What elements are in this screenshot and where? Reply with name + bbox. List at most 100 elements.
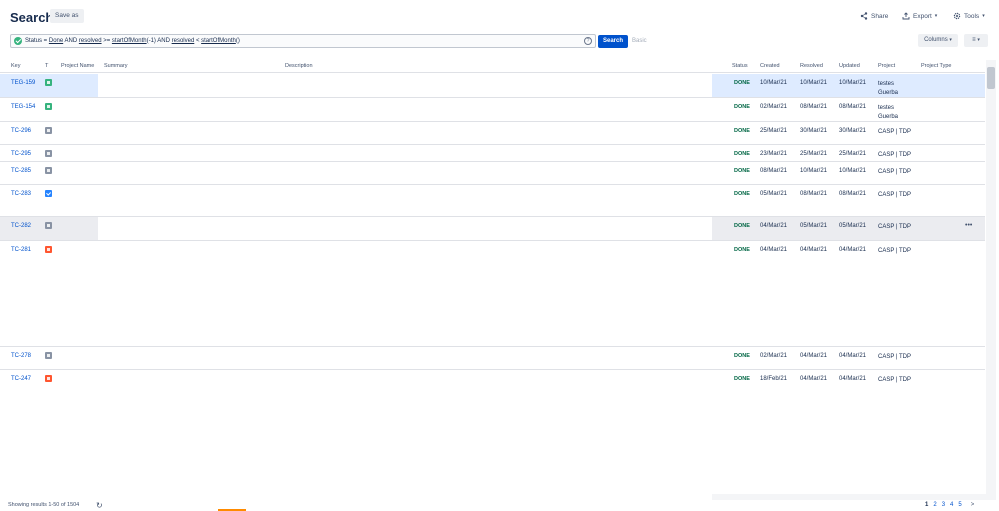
bug-icon [45,246,52,253]
issue-key-link[interactable]: TC-283 [11,191,31,197]
issue-key-link[interactable]: TEG-159 [11,80,35,86]
columns-label: Columns [924,37,948,43]
pagination: 1 2 3 4 5 > [925,502,974,508]
table-row[interactable]: TC-296 DONE 25/Mar/21 30/Mar/21 30/Mar/2… [0,122,985,145]
created-date: 04/Mar/21 [760,223,788,229]
next-page-icon[interactable]: > [971,502,975,508]
resolved-date: 08/Mar/21 [800,104,828,110]
project-name: CASP | TDP [878,169,912,175]
table-row[interactable]: TC-281 DONE 04/Mar/21 04/Mar/21 04/Mar/2… [0,241,985,347]
scrollbar-thumb[interactable] [987,67,995,89]
results-count: Showing results 1-50 of 1504 [8,502,80,508]
status-badge: DONE [734,104,750,110]
column-project[interactable]: Project [878,63,895,69]
query-function: startOfMonth [201,38,236,44]
status-badge: DONE [734,80,750,86]
query-text: >= [101,38,112,44]
table-row[interactable]: TEG-154 DONE 02/Mar/21 08/Mar/21 08/Mar/… [0,98,985,122]
column-updated[interactable]: Updated [839,63,860,69]
view-menu-button[interactable]: ≡ ▾ [964,34,988,47]
export-button[interactable]: Export ▾ [902,11,937,21]
page-3[interactable]: 3 [942,502,945,508]
project-name: CASP | TDP [878,248,912,254]
status-badge: DONE [734,128,750,134]
basic-mode-link[interactable]: Basic [632,38,647,44]
export-icon [902,12,910,20]
check-icon [45,190,52,197]
project-name: CASP | TDP [878,152,912,158]
created-date: 23/Mar/21 [760,151,788,157]
status-badge: DONE [734,168,750,174]
columns-button[interactable]: Columns ▾ [918,34,958,47]
table-row[interactable]: TEG-159 DONE 10/Mar/21 10/Mar/21 10/Mar/… [0,74,985,98]
horizontal-scrollbar[interactable] [712,494,986,500]
updated-date: 04/Mar/21 [839,376,867,382]
page-4[interactable]: 4 [950,502,953,508]
column-status[interactable]: Status [732,63,748,69]
table-row[interactable]: TC-285 DONE 08/Mar/21 10/Mar/21 10/Mar/2… [0,162,985,185]
issue-key-link[interactable]: TC-247 [11,376,31,382]
resolved-date: 30/Mar/21 [800,128,828,134]
search-button[interactable]: Search [598,35,628,48]
resolved-date: 04/Mar/21 [800,247,828,253]
table-row[interactable]: TC-282 DONE 04/Mar/21 05/Mar/21 05/Mar/2… [0,217,985,241]
column-resolved[interactable]: Resolved [800,63,823,69]
updated-date: 10/Mar/21 [839,80,867,86]
project-name: testes Guerba [878,105,899,120]
resolved-date: 05/Mar/21 [800,223,828,229]
issue-key-link[interactable]: TC-295 [11,151,31,157]
column-created[interactable]: Created [760,63,780,69]
updated-date: 05/Mar/21 [839,223,867,229]
refresh-icon[interactable]: ↻ [96,501,103,510]
column-description[interactable]: Description [285,63,313,69]
page-5[interactable]: 5 [958,502,961,508]
help-icon[interactable]: ? [584,37,592,45]
resolved-date: 10/Mar/21 [800,168,828,174]
issue-key-link[interactable]: TC-285 [11,168,31,174]
jql-query-input[interactable]: Status = Done AND resolved >= startOfMon… [10,34,596,48]
issue-key-link[interactable]: TC-282 [11,223,31,229]
project-name: CASP | TDP [878,354,912,360]
updated-date: 08/Mar/21 [839,104,867,110]
query-function: startOfMonth [111,38,147,44]
created-date: 02/Mar/21 [760,104,788,110]
table-row[interactable]: TC-278 DONE 02/Mar/21 04/Mar/21 04/Mar/2… [0,347,985,370]
query-text: Status = [25,38,49,44]
status-badge: DONE [734,353,750,359]
column-type[interactable]: T [45,63,48,69]
query-text: () [235,38,240,44]
updated-date: 04/Mar/21 [839,247,867,253]
chevron-down-icon: ▾ [934,13,938,19]
more-actions-icon[interactable]: ••• [965,222,972,229]
tools-button[interactable]: Tools ▾ [953,11,985,21]
issue-key-link[interactable]: TC-278 [11,353,31,359]
resolved-date: 08/Mar/21 [800,191,828,197]
list-view-icon: ≡ [972,37,976,43]
chevron-down-icon: ▾ [949,37,952,43]
save-as-button[interactable]: Save as [50,9,84,23]
column-project-type[interactable]: Project Type [921,63,951,69]
created-date: 04/Mar/21 [760,247,788,253]
issue-key-link[interactable]: TC-281 [11,247,31,253]
task-icon [45,167,52,174]
table-row[interactable]: TC-283 DONE 05/Mar/21 08/Mar/21 08/Mar/2… [0,185,985,217]
query-text: AND [63,38,79,44]
page-header: Search Save as Share Export ▾ Tools ▾ [0,0,999,30]
issue-key-link[interactable]: TEG-154 [11,104,35,110]
column-summary[interactable]: Summary [104,63,128,69]
page-2[interactable]: 2 [933,502,936,508]
page-1[interactable]: 1 [925,502,928,508]
issue-key-link[interactable]: TC-296 [11,128,31,134]
created-date: 10/Mar/21 [760,80,788,86]
query-status-value: Done [48,38,64,44]
updated-date: 25/Mar/21 [839,151,867,157]
chevron-down-icon: ▾ [982,13,985,19]
column-key[interactable]: Key [11,63,20,69]
share-button[interactable]: Share [860,11,888,21]
column-project-name[interactable]: Project Name [61,63,94,69]
status-badge: DONE [734,376,750,382]
table-row[interactable]: TC-295 DONE 23/Mar/21 25/Mar/21 25/Mar/2… [0,145,985,162]
chevron-down-icon: ▾ [977,37,980,43]
table-row[interactable]: TC-247 DONE 18/Feb/21 04/Mar/21 04/Mar/2… [0,370,985,494]
vertical-scrollbar[interactable] [986,60,996,500]
